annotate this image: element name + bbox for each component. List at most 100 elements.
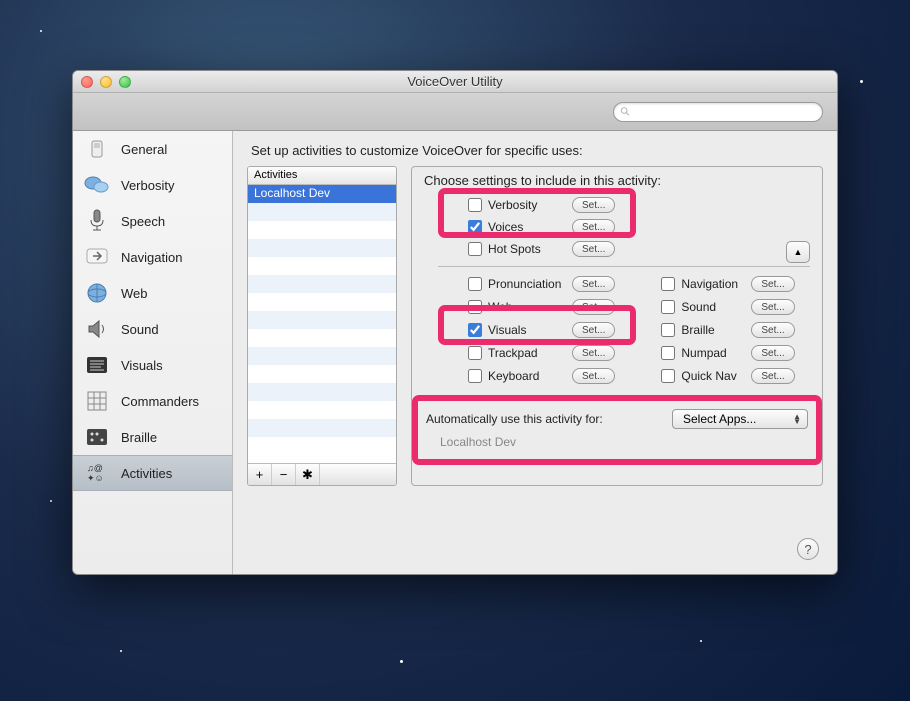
auto-use-value: Localhost Dev bbox=[440, 435, 808, 449]
speech-bubbles-icon bbox=[83, 171, 111, 199]
search-input[interactable] bbox=[634, 106, 816, 118]
grid-icon bbox=[83, 387, 111, 415]
help-button[interactable]: ? bbox=[797, 538, 819, 560]
set-button-braille[interactable]: Set... bbox=[751, 322, 794, 338]
sidebar-item-web[interactable]: Web bbox=[73, 275, 232, 311]
setting-row-verbosity: Verbosity Set... bbox=[468, 194, 810, 216]
window-title: VoiceOver Utility bbox=[73, 74, 837, 89]
sidebar-item-sound[interactable]: Sound bbox=[73, 311, 232, 347]
sidebar-item-visuals[interactable]: Visuals bbox=[73, 347, 232, 383]
activity-settings-button[interactable]: ✱ bbox=[296, 464, 320, 485]
setting-row-pronunciation: Pronunciation Set... bbox=[468, 273, 615, 295]
setting-label: Hot Spots bbox=[488, 242, 572, 256]
sidebar-item-label: Commanders bbox=[121, 394, 199, 409]
setting-row-quicknav: Quick Nav Set... bbox=[661, 365, 794, 387]
titlebar: VoiceOver Utility bbox=[73, 71, 837, 93]
activities-list-header: Activities bbox=[248, 167, 396, 185]
setting-label: Visuals bbox=[488, 323, 572, 337]
checkbox-keyboard[interactable] bbox=[468, 369, 482, 383]
setting-label: Braille bbox=[681, 323, 751, 337]
setting-label: Voices bbox=[488, 220, 572, 234]
content-area: Set up activities to customize VoiceOver… bbox=[233, 131, 837, 574]
set-button-voices[interactable]: Set... bbox=[572, 219, 615, 235]
sidebar-item-label: General bbox=[121, 142, 167, 157]
sidebar-item-verbosity[interactable]: Verbosity bbox=[73, 167, 232, 203]
remove-activity-button[interactable]: − bbox=[272, 464, 296, 485]
set-button-pronunciation[interactable]: Set... bbox=[572, 276, 615, 292]
setting-label: Web bbox=[488, 300, 572, 314]
select-apps-dropdown[interactable]: Select Apps... ▲▼ bbox=[672, 409, 808, 429]
set-button-hotspots[interactable]: Set... bbox=[572, 241, 615, 257]
select-apps-label: Select Apps... bbox=[683, 412, 756, 426]
activities-list: Activities Localhost Dev + − bbox=[247, 166, 397, 486]
toolbar bbox=[73, 93, 837, 131]
switch-icon bbox=[83, 135, 111, 163]
setting-row-hotspots: Hot Spots Set... bbox=[468, 238, 810, 260]
sidebar-item-label: Visuals bbox=[121, 358, 163, 373]
sidebar-item-activities[interactable]: ♫@✦☺ Activities bbox=[73, 455, 232, 491]
checkbox-sound[interactable] bbox=[661, 300, 675, 314]
sidebar-item-label: Sound bbox=[121, 322, 159, 337]
checkbox-numpad[interactable] bbox=[661, 346, 675, 360]
dropdown-arrows-icon: ▲▼ bbox=[793, 414, 801, 424]
set-button-navigation[interactable]: Set... bbox=[751, 276, 794, 292]
checkbox-hotspots[interactable] bbox=[468, 242, 482, 256]
auto-use-section: Automatically use this activity for: Sel… bbox=[424, 405, 810, 453]
set-button-verbosity[interactable]: Set... bbox=[572, 197, 615, 213]
setting-row-keyboard: Keyboard Set... bbox=[468, 365, 615, 387]
checkbox-navigation[interactable] bbox=[661, 277, 675, 291]
collapse-button[interactable]: ▲ bbox=[786, 241, 810, 263]
sidebar-item-label: Braille bbox=[121, 430, 157, 445]
text-block-icon bbox=[83, 351, 111, 379]
setting-label: Keyboard bbox=[488, 369, 572, 383]
set-button-visuals[interactable]: Set... bbox=[572, 322, 615, 338]
sidebar-item-label: Web bbox=[121, 286, 148, 301]
setting-label: Trackpad bbox=[488, 346, 572, 360]
sidebar-item-speech[interactable]: Speech bbox=[73, 203, 232, 239]
activity-row-empty bbox=[248, 203, 396, 221]
set-button-quicknav[interactable]: Set... bbox=[751, 368, 794, 384]
braille-icon bbox=[83, 423, 111, 451]
sidebar-item-general[interactable]: General bbox=[73, 131, 232, 167]
search-field[interactable] bbox=[613, 102, 823, 122]
svg-text:♫@: ♫@ bbox=[87, 463, 103, 473]
sidebar-item-braille[interactable]: Braille bbox=[73, 419, 232, 455]
chevron-up-icon: ▲ bbox=[794, 247, 803, 257]
checkbox-web[interactable] bbox=[468, 300, 482, 314]
setting-row-voices: Voices Set... bbox=[468, 216, 810, 238]
globe-icon bbox=[83, 279, 111, 307]
checkbox-pronunciation[interactable] bbox=[468, 277, 482, 291]
sidebar-item-navigation[interactable]: Navigation bbox=[73, 239, 232, 275]
sidebar: General Verbosity Speech Navigation Web … bbox=[73, 131, 233, 574]
setting-row-sound: Sound Set... bbox=[661, 296, 794, 318]
sidebar-item-label: Activities bbox=[121, 466, 172, 481]
sidebar-item-label: Navigation bbox=[121, 250, 182, 265]
voiceover-utility-window: VoiceOver Utility General Verbosity Spee… bbox=[72, 70, 838, 575]
setting-row-web: Web Set... bbox=[468, 296, 615, 318]
checkbox-braille[interactable] bbox=[661, 323, 675, 337]
checkbox-verbosity[interactable] bbox=[468, 198, 482, 212]
setting-label: Verbosity bbox=[488, 198, 572, 212]
checkbox-quicknav[interactable] bbox=[661, 369, 675, 383]
checkbox-voices[interactable] bbox=[468, 220, 482, 234]
help-icon: ? bbox=[804, 542, 811, 557]
checkbox-visuals[interactable] bbox=[468, 323, 482, 337]
add-activity-button[interactable]: + bbox=[248, 464, 272, 485]
set-button-trackpad[interactable]: Set... bbox=[572, 345, 615, 361]
activities-icon: ♫@✦☺ bbox=[83, 459, 111, 487]
activity-row[interactable]: Localhost Dev bbox=[248, 185, 396, 203]
activities-list-body[interactable]: Localhost Dev bbox=[248, 185, 396, 463]
sidebar-item-label: Speech bbox=[121, 214, 165, 229]
setting-label: Navigation bbox=[681, 277, 751, 291]
set-button-numpad[interactable]: Set... bbox=[751, 345, 794, 361]
svg-text:✦☺: ✦☺ bbox=[87, 473, 104, 483]
setting-label: Pronunciation bbox=[488, 277, 572, 291]
sidebar-item-commanders[interactable]: Commanders bbox=[73, 383, 232, 419]
settings-panel: Choose settings to include in this activ… bbox=[411, 166, 823, 486]
setting-row-trackpad: Trackpad Set... bbox=[468, 342, 615, 364]
checkbox-trackpad[interactable] bbox=[468, 346, 482, 360]
set-button-keyboard[interactable]: Set... bbox=[572, 368, 615, 384]
setting-label: Quick Nav bbox=[681, 369, 751, 383]
set-button-web[interactable]: Set... bbox=[572, 299, 615, 315]
set-button-sound[interactable]: Set... bbox=[751, 299, 794, 315]
